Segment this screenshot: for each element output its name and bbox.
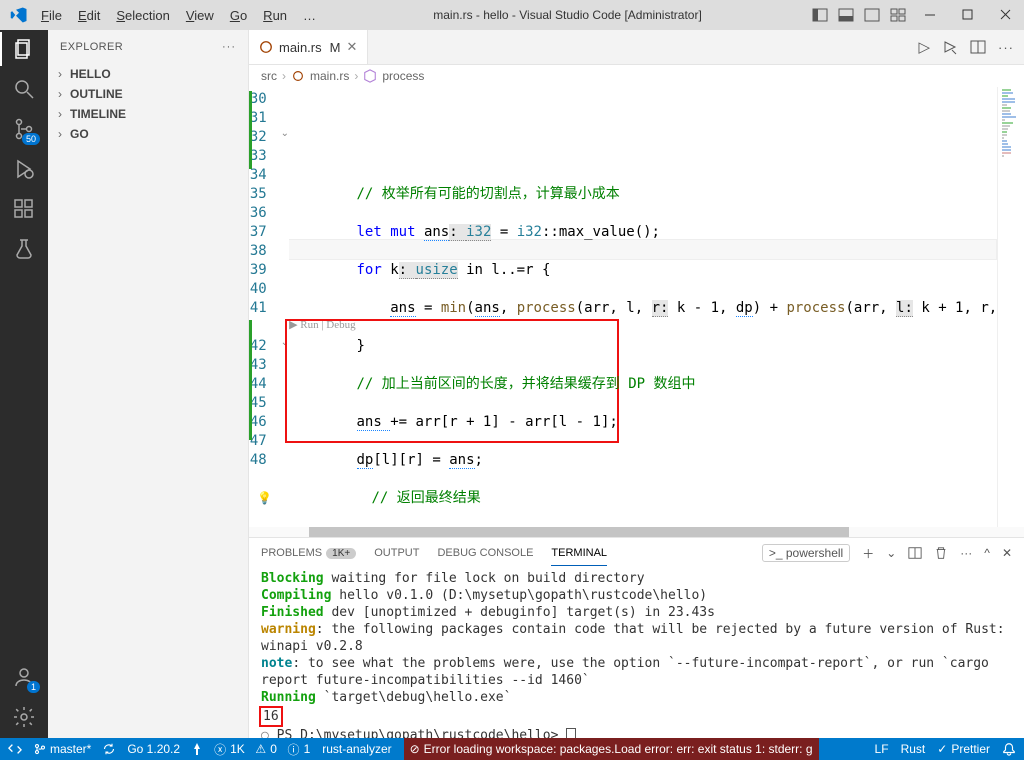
explorer-sidebar: EXPLORER ··· ›HELLO ›OUTLINE ›TIMELINE ›… bbox=[48, 30, 249, 738]
tab-main-rs[interactable]: main.rs M ✕ bbox=[249, 30, 368, 64]
status-eol[interactable]: LF bbox=[875, 742, 889, 756]
tab-problems[interactable]: PROBLEMS1K+ bbox=[261, 541, 356, 565]
status-go-update[interactable] bbox=[192, 743, 202, 755]
status-notifications-icon[interactable] bbox=[1002, 742, 1016, 756]
more-icon[interactable]: ··· bbox=[222, 41, 236, 53]
maximize-panel-icon[interactable]: ^ bbox=[984, 546, 990, 560]
status-go[interactable]: Go 1.20.2 bbox=[127, 742, 180, 756]
customize-layout-icon[interactable] bbox=[890, 7, 906, 23]
layout-controls bbox=[812, 7, 906, 23]
maximize-button[interactable] bbox=[960, 7, 976, 23]
breadcrumb-file[interactable]: main.rs bbox=[310, 69, 349, 83]
extensions-icon[interactable] bbox=[11, 196, 37, 222]
split-editor-icon[interactable] bbox=[970, 39, 986, 55]
status-language[interactable]: Rust bbox=[901, 742, 926, 756]
lightbulb-icon[interactable]: 💡 bbox=[257, 491, 272, 505]
line-numbers: 30313233343536373839404142434445464748 bbox=[250, 87, 281, 527]
debug-alt-icon[interactable] bbox=[942, 39, 958, 55]
sidebar-item-timeline[interactable]: ›TIMELINE bbox=[48, 104, 248, 124]
testing-icon[interactable] bbox=[11, 236, 37, 262]
window-title: main.rs - hello - Visual Studio Code [Ad… bbox=[323, 8, 812, 22]
status-sync[interactable] bbox=[103, 743, 115, 755]
scm-badge: 50 bbox=[22, 133, 40, 145]
toggle-panel-left-icon[interactable] bbox=[812, 7, 828, 23]
status-error-message[interactable]: ⊘ Error loading workspace: packages.Load… bbox=[404, 738, 819, 760]
menu-bar: File Edit Selection View Go Run … bbox=[34, 6, 323, 25]
explorer-title: EXPLORER bbox=[60, 41, 123, 53]
status-remote[interactable] bbox=[8, 742, 22, 756]
tab-label: main.rs bbox=[279, 40, 322, 55]
tab-terminal[interactable]: TERMINAL bbox=[551, 541, 607, 566]
source-control-icon[interactable]: 50 bbox=[11, 116, 37, 142]
more-actions-icon[interactable]: ··· bbox=[998, 40, 1014, 55]
run-button[interactable]: ▷ bbox=[918, 38, 930, 56]
menu-run[interactable]: Run bbox=[256, 6, 294, 25]
folding-gutter[interactable]: ⌄⌄ bbox=[281, 87, 289, 527]
gutter-change-bar bbox=[249, 87, 250, 527]
close-panel-icon[interactable]: ✕ bbox=[1002, 546, 1012, 560]
editor-actions: ▷ ··· bbox=[908, 30, 1024, 64]
settings-gear-icon[interactable] bbox=[11, 704, 37, 730]
toggle-panel-right-icon[interactable] bbox=[864, 7, 880, 23]
terminal-dropdown-icon[interactable]: ⌄ bbox=[886, 546, 896, 560]
tab-output[interactable]: OUTPUT bbox=[374, 541, 419, 565]
breadcrumb-src[interactable]: src bbox=[261, 69, 277, 83]
activity-bar: 50 1 bbox=[0, 30, 48, 738]
status-prettier[interactable]: ✓ Prettier bbox=[937, 742, 990, 756]
split-terminal-icon[interactable] bbox=[908, 546, 922, 560]
rust-file-icon bbox=[259, 40, 273, 54]
more-panel-icon[interactable]: ··· bbox=[960, 546, 972, 560]
minimap[interactable] bbox=[997, 87, 1021, 527]
breadcrumb[interactable]: src › main.rs › process bbox=[249, 65, 1024, 87]
tab-bar: main.rs M ✕ ▷ ··· bbox=[249, 30, 1024, 65]
search-icon[interactable] bbox=[11, 76, 37, 102]
menu-go[interactable]: Go bbox=[223, 6, 254, 25]
tab-modified: M bbox=[330, 40, 341, 55]
menu-edit[interactable]: Edit bbox=[71, 6, 107, 25]
editor-group: main.rs M ✕ ▷ ··· src › main.rs › proces… bbox=[249, 30, 1024, 738]
panel-tabs: PROBLEMS1K+ OUTPUT DEBUG CONSOLE TERMINA… bbox=[249, 538, 1024, 568]
codelens-run-debug[interactable]: ▶ Run | Debug bbox=[289, 316, 356, 335]
code-editor[interactable]: 30313233343536373839404142434445464748 ⌄… bbox=[249, 87, 1024, 527]
terminal[interactable]: Blocking waiting for file lock on build … bbox=[249, 568, 1024, 738]
status-bar: master* Go 1.20.2 ⓧ 1K ⚠ 0 ⓘ 1 rust-anal… bbox=[0, 738, 1024, 760]
status-rust-analyzer[interactable]: rust-analyzer bbox=[322, 742, 391, 756]
terminal-shell-label[interactable]: >_ powershell bbox=[762, 544, 850, 562]
close-icon[interactable]: ✕ bbox=[346, 39, 357, 55]
new-terminal-icon[interactable]: ＋ bbox=[862, 545, 874, 562]
rust-file-icon bbox=[291, 69, 305, 83]
explorer-header: EXPLORER ··· bbox=[48, 30, 248, 64]
symbol-function-icon bbox=[363, 69, 377, 83]
annotation-output-box: 16 bbox=[259, 706, 283, 727]
menu-view[interactable]: View bbox=[179, 6, 221, 25]
toggle-panel-bottom-icon[interactable] bbox=[838, 7, 854, 23]
minimize-button[interactable] bbox=[922, 7, 938, 23]
status-branch[interactable]: master* bbox=[34, 742, 91, 756]
accounts-badge: 1 bbox=[27, 681, 40, 693]
vscode-icon bbox=[10, 6, 28, 24]
bottom-panel: PROBLEMS1K+ OUTPUT DEBUG CONSOLE TERMINA… bbox=[249, 537, 1024, 738]
sidebar-item-hello[interactable]: ›HELLO bbox=[48, 64, 248, 84]
menu-more[interactable]: … bbox=[296, 6, 323, 25]
menu-file[interactable]: File bbox=[34, 6, 69, 25]
horizontal-scrollbar[interactable] bbox=[249, 527, 1024, 537]
explorer-icon[interactable] bbox=[11, 36, 37, 62]
window-controls bbox=[922, 7, 1014, 23]
accounts-icon[interactable]: 1 bbox=[11, 664, 37, 690]
sidebar-item-go[interactable]: ›GO bbox=[48, 124, 248, 144]
status-problems[interactable]: ⓧ 1K ⚠ 0 ⓘ 1 bbox=[214, 741, 310, 758]
sidebar-item-outline[interactable]: ›OUTLINE bbox=[48, 84, 248, 104]
title-bar: File Edit Selection View Go Run … main.r… bbox=[0, 0, 1024, 30]
tab-debug-console[interactable]: DEBUG CONSOLE bbox=[437, 541, 533, 565]
code-content[interactable]: ▶ Run | Debug // 枚举所有可能的切割点，计算最小成本 let m… bbox=[289, 87, 997, 527]
breadcrumb-symbol[interactable]: process bbox=[382, 69, 424, 83]
close-button[interactable] bbox=[998, 7, 1014, 23]
menu-selection[interactable]: Selection bbox=[109, 6, 176, 25]
run-debug-icon[interactable] bbox=[11, 156, 37, 182]
kill-terminal-icon[interactable] bbox=[934, 546, 948, 560]
